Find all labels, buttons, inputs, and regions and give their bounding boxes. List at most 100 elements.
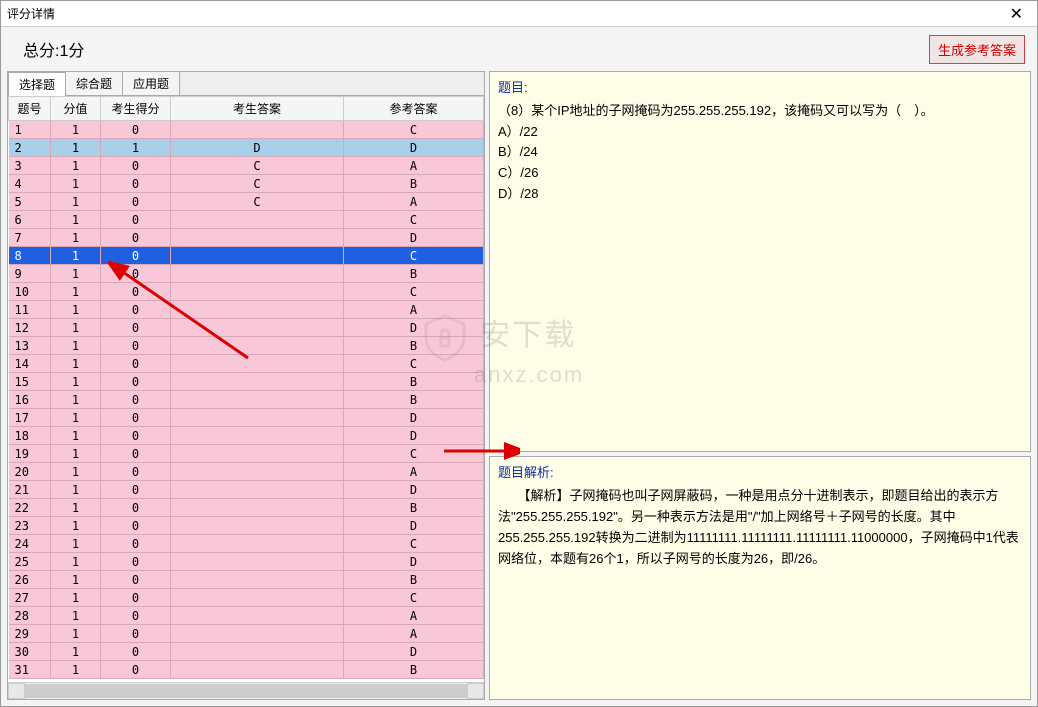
- cell-student-answer: [171, 589, 344, 607]
- cell-value: 1: [51, 535, 101, 553]
- table-row[interactable]: 710D: [9, 229, 484, 247]
- cell-num: 18: [9, 427, 51, 445]
- horizontal-scrollbar[interactable]: [8, 682, 484, 699]
- tab-1[interactable]: 综合题: [65, 71, 123, 95]
- table-row[interactable]: 2010A: [9, 463, 484, 481]
- cell-value: 1: [51, 643, 101, 661]
- table-row[interactable]: 1010C: [9, 283, 484, 301]
- col-header-num[interactable]: 题号: [9, 97, 51, 121]
- tab-0[interactable]: 选择题: [8, 72, 66, 96]
- table-row[interactable]: 1510B: [9, 373, 484, 391]
- table-row[interactable]: 810C: [9, 247, 484, 265]
- cell-ref-answer: A: [344, 157, 484, 175]
- cell-score: 0: [101, 121, 171, 139]
- table-row[interactable]: 1410C: [9, 355, 484, 373]
- table-row[interactable]: 2610B: [9, 571, 484, 589]
- table-row[interactable]: 510CA: [9, 193, 484, 211]
- table-row[interactable]: 2910A: [9, 625, 484, 643]
- cell-num: 1: [9, 121, 51, 139]
- table-row[interactable]: 2710C: [9, 589, 484, 607]
- cell-score: 0: [101, 607, 171, 625]
- table-row[interactable]: 2210B: [9, 499, 484, 517]
- scroll-thumb[interactable]: [25, 684, 467, 698]
- cell-num: 13: [9, 337, 51, 355]
- cell-value: 1: [51, 607, 101, 625]
- cell-score: 0: [101, 571, 171, 589]
- close-icon[interactable]: ✕: [1004, 4, 1029, 24]
- table-row[interactable]: 310CA: [9, 157, 484, 175]
- table-row[interactable]: 110C: [9, 121, 484, 139]
- cell-score: 0: [101, 319, 171, 337]
- table-row[interactable]: 2110D: [9, 481, 484, 499]
- cell-num: 11: [9, 301, 51, 319]
- cell-student-answer: C: [171, 175, 344, 193]
- col-header-score[interactable]: 考生得分: [101, 97, 171, 121]
- cell-student-answer: D: [171, 139, 344, 157]
- cell-num: 26: [9, 571, 51, 589]
- score-table-wrap[interactable]: 题号 分值 考生得分 考生答案 参考答案 110C211DD310CA410CB…: [8, 96, 484, 682]
- option-d: D）/28: [498, 184, 1022, 205]
- cell-student-answer: [171, 265, 344, 283]
- table-row[interactable]: 2410C: [9, 535, 484, 553]
- table-row[interactable]: 1610B: [9, 391, 484, 409]
- table-row[interactable]: 1110A: [9, 301, 484, 319]
- titlebar: 评分详情 ✕: [1, 1, 1037, 27]
- cell-score: 0: [101, 553, 171, 571]
- table-row[interactable]: 610C: [9, 211, 484, 229]
- cell-ref-answer: D: [344, 139, 484, 157]
- tab-bar: 选择题综合题应用题: [8, 72, 484, 96]
- cell-num: 10: [9, 283, 51, 301]
- table-row[interactable]: 211DD: [9, 139, 484, 157]
- cell-student-answer: [171, 409, 344, 427]
- col-header-student-answer[interactable]: 考生答案: [171, 97, 344, 121]
- option-a: A）/22: [498, 122, 1022, 143]
- table-row[interactable]: 410CB: [9, 175, 484, 193]
- generate-answer-button[interactable]: 生成参考答案: [929, 35, 1025, 64]
- cell-student-answer: [171, 463, 344, 481]
- cell-value: 1: [51, 301, 101, 319]
- scroll-left-icon[interactable]: [8, 683, 25, 699]
- cell-score: 0: [101, 211, 171, 229]
- table-row[interactable]: 1710D: [9, 409, 484, 427]
- cell-student-answer: [171, 319, 344, 337]
- tab-2[interactable]: 应用题: [122, 71, 180, 95]
- cell-score: 0: [101, 661, 171, 679]
- cell-student-answer: [171, 247, 344, 265]
- cell-student-answer: [171, 481, 344, 499]
- cell-value: 1: [51, 409, 101, 427]
- cell-num: 2: [9, 139, 51, 157]
- table-row[interactable]: 910B: [9, 265, 484, 283]
- cell-num: 24: [9, 535, 51, 553]
- cell-score: 0: [101, 157, 171, 175]
- cell-num: 15: [9, 373, 51, 391]
- table-row[interactable]: 3010D: [9, 643, 484, 661]
- option-c: C）/26: [498, 163, 1022, 184]
- table-row[interactable]: 2810A: [9, 607, 484, 625]
- cell-ref-answer: C: [344, 211, 484, 229]
- cell-num: 29: [9, 625, 51, 643]
- cell-ref-answer: A: [344, 193, 484, 211]
- cell-num: 30: [9, 643, 51, 661]
- table-row[interactable]: 1810D: [9, 427, 484, 445]
- table-row[interactable]: 1310B: [9, 337, 484, 355]
- scroll-right-icon[interactable]: [467, 683, 484, 699]
- table-row[interactable]: 2510D: [9, 553, 484, 571]
- cell-student-answer: [171, 517, 344, 535]
- cell-value: 1: [51, 175, 101, 193]
- table-row[interactable]: 1910C: [9, 445, 484, 463]
- cell-ref-answer: D: [344, 517, 484, 535]
- cell-value: 1: [51, 391, 101, 409]
- col-header-value[interactable]: 分值: [51, 97, 101, 121]
- analysis-body: 【解析】子网掩码也叫子网屏蔽码，一种是用点分十进制表示，即题目给出的表示方法"2…: [498, 486, 1022, 569]
- col-header-ref-answer[interactable]: 参考答案: [344, 97, 484, 121]
- cell-score: 0: [101, 445, 171, 463]
- cell-score: 0: [101, 391, 171, 409]
- table-row[interactable]: 3110B: [9, 661, 484, 679]
- cell-score: 0: [101, 643, 171, 661]
- table-row[interactable]: 2310D: [9, 517, 484, 535]
- cell-student-answer: [171, 499, 344, 517]
- cell-ref-answer: B: [344, 265, 484, 283]
- cell-student-answer: [171, 535, 344, 553]
- score-table: 题号 分值 考生得分 考生答案 参考答案 110C211DD310CA410CB…: [8, 96, 484, 679]
- table-row[interactable]: 1210D: [9, 319, 484, 337]
